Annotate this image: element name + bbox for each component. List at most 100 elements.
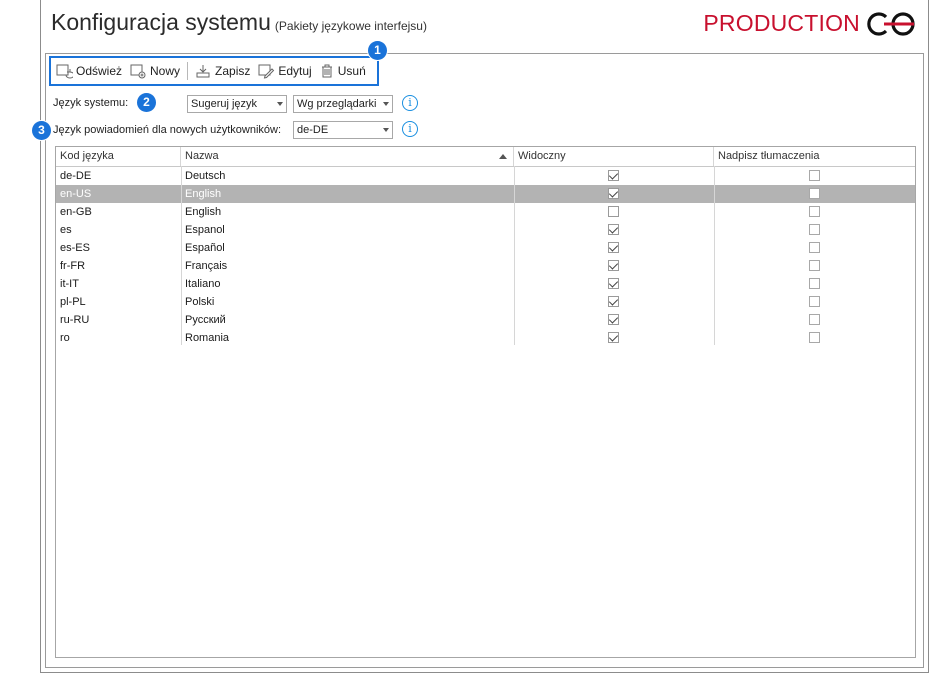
edit-label: Edytuj bbox=[278, 64, 312, 78]
cell-name: Español bbox=[185, 242, 225, 254]
visible-checkbox[interactable] bbox=[608, 278, 619, 289]
system-language-select[interactable]: Wg przeglądarki bbox=[293, 95, 393, 113]
new-button[interactable]: Nowy bbox=[129, 63, 180, 79]
visible-checkbox[interactable] bbox=[608, 170, 619, 181]
table-row[interactable]: fr-FR Français bbox=[56, 257, 915, 275]
visible-checkbox[interactable] bbox=[608, 242, 619, 253]
column-header-name-label: Nazwa bbox=[185, 150, 219, 162]
toolbar-separator bbox=[187, 62, 189, 80]
table-header: Kod języka Nazwa Widoczny Nadpisz tłumac… bbox=[56, 147, 915, 167]
refresh-icon bbox=[56, 64, 73, 79]
notify-language-label: Język powiadomień dla nowych użytkownikó… bbox=[53, 124, 282, 136]
column-header-visible[interactable]: Widoczny bbox=[514, 147, 714, 166]
cell-code: en-GB bbox=[60, 206, 92, 218]
override-checkbox[interactable] bbox=[809, 314, 820, 325]
override-checkbox[interactable] bbox=[809, 278, 820, 289]
new-document-icon bbox=[130, 64, 146, 79]
override-checkbox[interactable] bbox=[809, 224, 820, 235]
cell-name: English bbox=[185, 206, 222, 218]
column-header-override[interactable]: Nadpisz tłumaczenia bbox=[714, 147, 915, 166]
visible-checkbox[interactable] bbox=[608, 224, 619, 235]
trash-icon bbox=[321, 64, 332, 78]
override-checkbox[interactable] bbox=[809, 332, 820, 343]
callout-badge-2: 2 bbox=[137, 93, 156, 112]
page-title: Konfiguracja systemu (Pakiety językowe in… bbox=[51, 9, 427, 36]
table-row[interactable]: ru-RU Русский bbox=[56, 311, 915, 329]
override-checkbox[interactable] bbox=[809, 242, 820, 253]
chevron-down-icon bbox=[277, 102, 283, 106]
notify-language-select[interactable]: de-DE bbox=[293, 121, 393, 139]
cell-code: es-ES bbox=[60, 242, 90, 254]
cell-code: es bbox=[60, 224, 72, 236]
table-row[interactable]: en-GB English bbox=[56, 203, 915, 221]
cell-code: pl-PL bbox=[60, 296, 86, 308]
notify-language-value: de-DE bbox=[297, 124, 329, 136]
system-language-value: Wg przeglądarki bbox=[297, 98, 377, 110]
cell-code: it-IT bbox=[60, 278, 79, 290]
visible-checkbox[interactable] bbox=[608, 296, 619, 307]
table-row[interactable]: en-US English bbox=[56, 185, 915, 203]
chevron-down-icon bbox=[383, 128, 389, 132]
cell-code: ro bbox=[60, 332, 70, 344]
cell-name: Polski bbox=[185, 296, 215, 308]
brand-logo: PRODUCTION bbox=[703, 10, 918, 37]
table-row[interactable]: pl-PL Polski bbox=[56, 293, 915, 311]
cell-name: Romania bbox=[185, 332, 230, 344]
column-header-name[interactable]: Nazwa bbox=[181, 147, 514, 166]
cell-code: fr-FR bbox=[60, 260, 86, 272]
toolbar: Odśwież Nowy Zapisz Edytuj Usuń bbox=[49, 56, 379, 86]
page-title-text: Konfiguracja systemu bbox=[51, 9, 271, 35]
delete-label: Usuń bbox=[337, 64, 366, 78]
callout-badge-1: 1 bbox=[368, 41, 387, 60]
override-checkbox[interactable] bbox=[809, 296, 820, 307]
visible-checkbox[interactable] bbox=[608, 314, 619, 325]
override-checkbox[interactable] bbox=[809, 260, 820, 271]
brand-text: PRODUCTION bbox=[703, 10, 860, 36]
column-header-code[interactable]: Kod języka bbox=[56, 147, 181, 166]
delete-button[interactable]: Usuń bbox=[319, 63, 366, 79]
visible-checkbox[interactable] bbox=[608, 206, 619, 217]
override-checkbox[interactable] bbox=[809, 188, 820, 199]
table-row[interactable]: it-IT Italiano bbox=[56, 275, 915, 293]
edit-icon bbox=[258, 64, 275, 79]
cell-name: English bbox=[185, 188, 222, 200]
languages-table: Kod języka Nazwa Widoczny Nadpisz tłumac… bbox=[55, 146, 916, 658]
column-divider bbox=[181, 166, 182, 345]
visible-checkbox[interactable] bbox=[608, 188, 619, 199]
cell-name: Espanol bbox=[185, 224, 225, 236]
cell-name: Français bbox=[185, 260, 228, 272]
visible-checkbox[interactable] bbox=[608, 260, 619, 271]
callout-badge-3: 3 bbox=[32, 121, 51, 140]
table-row[interactable]: ro Romania bbox=[56, 329, 915, 347]
save-icon bbox=[196, 65, 210, 78]
cell-code: ru-RU bbox=[60, 314, 90, 326]
refresh-label: Odśwież bbox=[76, 64, 123, 78]
system-language-mode-value: Sugeruj język bbox=[191, 98, 258, 110]
override-checkbox[interactable] bbox=[809, 170, 820, 181]
table-row[interactable]: es Espanol bbox=[56, 221, 915, 239]
save-label: Zapisz bbox=[215, 64, 251, 78]
new-label: Nowy bbox=[150, 64, 181, 78]
visible-checkbox[interactable] bbox=[608, 332, 619, 343]
cell-name: Русский bbox=[185, 314, 226, 326]
sort-ascending-icon bbox=[499, 154, 507, 159]
cell-code: de-DE bbox=[60, 170, 92, 182]
info-icon[interactable]: i bbox=[402, 95, 418, 111]
table-row[interactable]: es-ES Español bbox=[56, 239, 915, 257]
cell-name: Italiano bbox=[185, 278, 221, 290]
refresh-button[interactable]: Odśwież bbox=[55, 63, 122, 79]
system-language-mode-select[interactable]: Sugeruj język bbox=[187, 95, 287, 113]
chevron-down-icon bbox=[383, 102, 389, 106]
cell-name: Deutsch bbox=[185, 170, 226, 182]
table-row[interactable]: de-DE Deutsch bbox=[56, 167, 915, 185]
column-divider bbox=[714, 166, 715, 345]
column-divider bbox=[514, 166, 515, 345]
production-logo-icon bbox=[867, 11, 915, 36]
page-subtitle: (Pakiety językowe interfejsu) bbox=[274, 19, 427, 33]
save-button[interactable]: Zapisz bbox=[194, 63, 250, 79]
info-icon[interactable]: i bbox=[402, 121, 418, 137]
edit-button[interactable]: Edytuj bbox=[257, 63, 312, 79]
cell-code: en-US bbox=[60, 188, 92, 200]
system-language-label: Język systemu: bbox=[53, 97, 129, 109]
override-checkbox[interactable] bbox=[809, 206, 820, 217]
